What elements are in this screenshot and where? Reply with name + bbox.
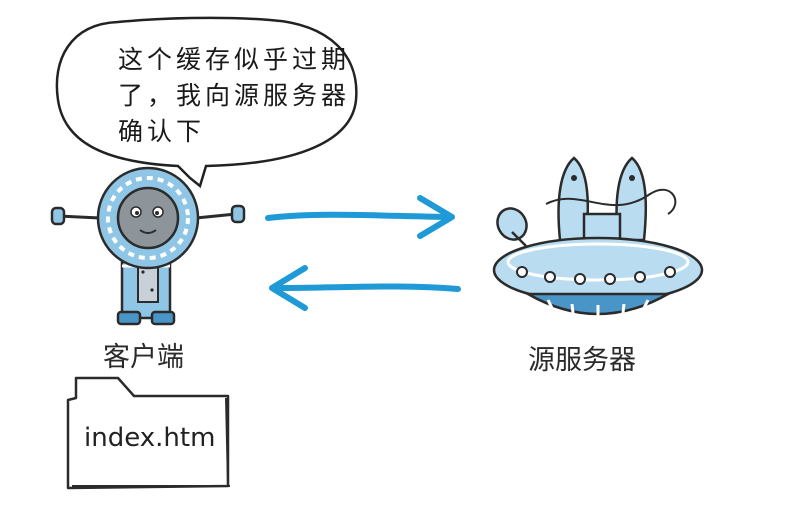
response-arrow-icon — [269, 265, 461, 311]
client-robot-icon — [50, 166, 246, 326]
speech-bubble-text: 这个缓存似乎过期 了，我向源服务器 确认下 — [118, 42, 358, 150]
speech-line: 了，我向源服务器 — [118, 81, 351, 110]
speech-line: 确认下 — [118, 117, 206, 146]
server-ufo-icon — [492, 156, 704, 324]
speech-line: 这个缓存似乎过期 — [118, 45, 351, 74]
server-label: 源服务器 — [528, 345, 636, 376]
file-name: index.htm — [84, 423, 216, 453]
diagram: 这个缓存似乎过期 了，我向源服务器 确认下 客户端 源服务器 index.htm — [0, 0, 800, 518]
client-label: 客户端 — [103, 342, 184, 373]
request-arrow-icon — [265, 195, 455, 239]
